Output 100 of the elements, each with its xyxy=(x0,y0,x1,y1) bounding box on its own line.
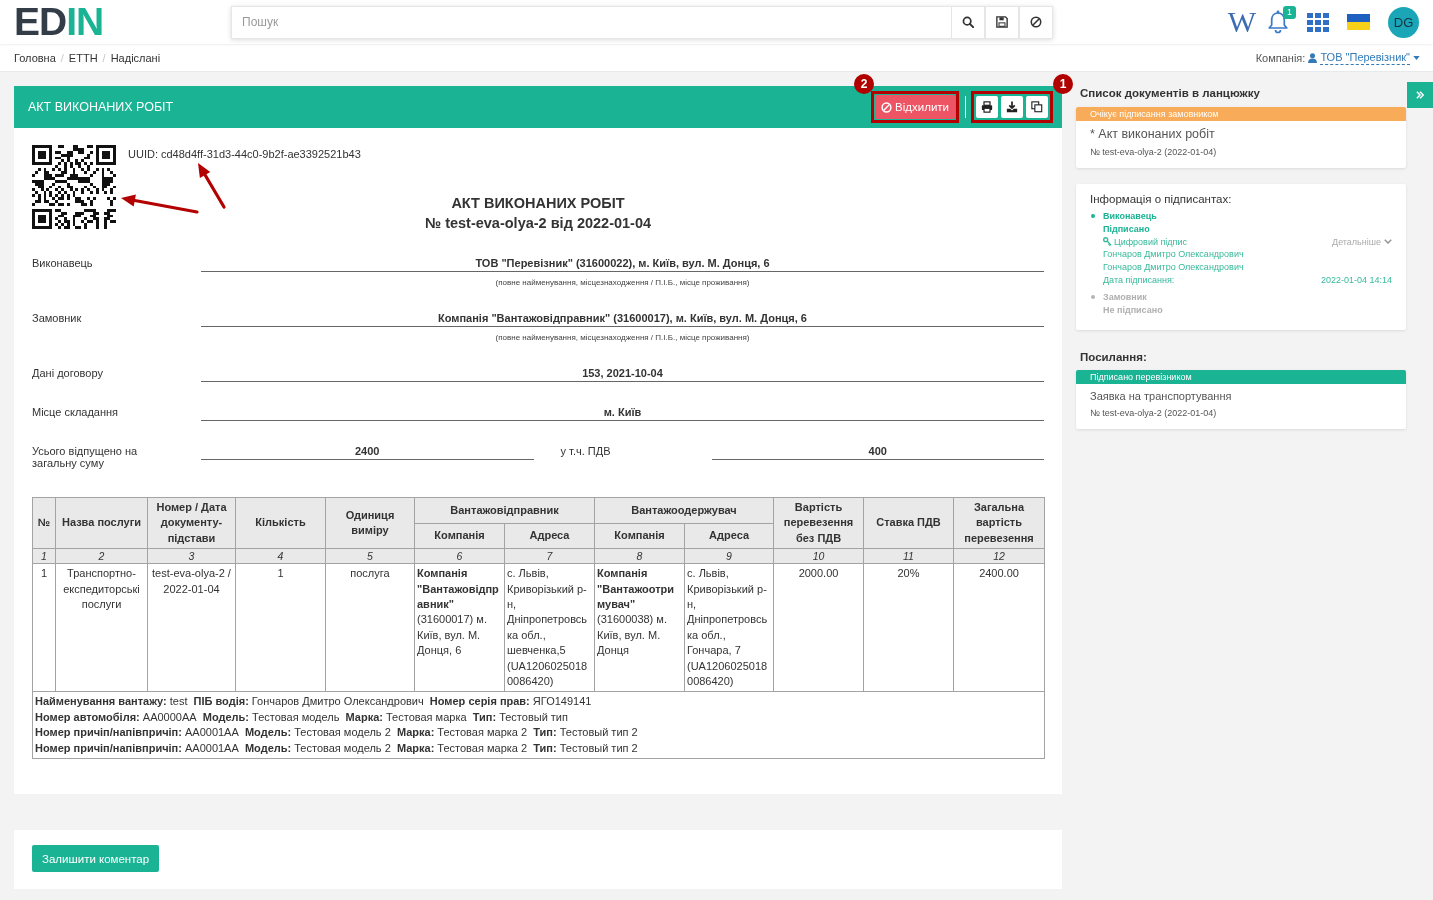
field-label: Місце складання xyxy=(32,405,120,418)
field-value: 400 xyxy=(711,443,1044,460)
cargo-details: Найменування вантажу: test ПІБ водія: Гончаров Дмитро Олександрович Номер серія прав: ЯГО149141 xyxy=(35,694,593,710)
signer-status: Не підписано xyxy=(1103,303,1164,317)
table-cell: Транспортно-експедиторські послуги xyxy=(55,563,148,692)
column-header: Кількість xyxy=(235,497,326,549)
status-label: Очікує підписання замовником xyxy=(1076,107,1406,121)
breadcrumb-separator: / xyxy=(102,51,106,64)
table-cell: 20% xyxy=(863,563,954,692)
column-header: Вантажоодержувач xyxy=(594,497,774,524)
field-value: 2400 xyxy=(201,443,534,460)
status-label: Підписано перевізником xyxy=(1076,370,1406,385)
column-header: Ставка ПДВ xyxy=(863,497,954,549)
comment-button[interactable]: Залишити коментар xyxy=(32,845,160,873)
column-header: Вантажовідправник xyxy=(414,497,595,524)
field-value: 153, 2021-10-04 xyxy=(201,365,1044,382)
cargo-details: Номер причіп/напівпричіп: АА0001АА Модель: Тестовая модель 2 Марка: Тестовая марка 2 Тип: Тестовый тип 2 xyxy=(35,740,639,756)
table-cell: с. Львів, Криворізький р-н, Дніпропетровська обл., Гончара, 7 (UA12060250180086420) xyxy=(684,563,774,692)
field-value: м. Київ xyxy=(201,404,1044,421)
flag-icon xyxy=(1347,14,1370,30)
signer-name: Гончаров Дмитро Олександрович xyxy=(1103,248,1245,262)
callout-badge: 2 xyxy=(854,74,875,94)
search-button[interactable] xyxy=(951,5,985,39)
column-header: Адреса xyxy=(504,523,595,549)
field-hint: (повне найменування, місцезнаходження / П.І.Б., місце проживання) xyxy=(494,332,751,343)
table-cell: 2400.00 xyxy=(953,563,1045,692)
document-link[interactable]: * Акт виконаних робіт xyxy=(1090,126,1215,142)
copy-button[interactable] xyxy=(1026,96,1048,118)
download-icon xyxy=(1006,101,1018,113)
avatar[interactable]: DG xyxy=(1388,6,1419,38)
column-header: Одиниця виміру xyxy=(325,497,415,549)
column-header: Номер / Дата документу-підстави xyxy=(147,497,236,549)
company-label: Компанія: xyxy=(1255,51,1306,64)
callout-badge: 1 xyxy=(1053,74,1073,94)
signer-name: Гончаров Дмитро Олександрович xyxy=(1103,261,1245,274)
field-label: Дані договору xyxy=(32,366,104,379)
column-header: Вартість перевезення без ПДВ xyxy=(773,497,864,549)
field-label: Усього відпущено на загальну суму xyxy=(32,444,139,469)
table-cell: test-eva-olya-2 / 2022-01-04 xyxy=(147,563,236,692)
section-title: Інформація о підписантах: xyxy=(1090,192,1233,206)
document-title: АКТ ВИКОНАНИХ РОБІТ xyxy=(451,194,625,213)
field-label: у т.ч. ПДВ xyxy=(559,444,612,457)
table-cell: Компанія "Вантажоотримувач" (31600038) м. Київ, вул. М. Донця xyxy=(594,563,685,692)
field-value: ТОВ "Перевізник" (31600022), м. Київ, вул. М. Донця, 6 xyxy=(201,255,1044,272)
column-header: Назва послуги xyxy=(55,497,148,549)
column-header: Загальна вартість перевезення xyxy=(953,497,1045,549)
caret-down-icon xyxy=(1413,55,1420,60)
table-cell: с. Львів, Криворізький р-н, Дніпропетровська обл., шевченка,5 (UA12060250180086420) xyxy=(504,563,595,692)
uuid-text: UUID: cd48d4ff-31d3-44c0-9b2f-ae3392521b43 xyxy=(128,147,361,161)
table-cell: 1 xyxy=(235,563,326,692)
bell-icon xyxy=(1267,10,1289,34)
company-selector[interactable]: ТОВ "Перевізник" xyxy=(1320,50,1410,65)
document-subtitle: № test-eva-olya-2 від 2022-01-04 xyxy=(424,214,652,233)
field-label: Замовник xyxy=(32,311,83,324)
column-header: № xyxy=(32,497,56,549)
breadcrumb-item[interactable]: ЕТТН xyxy=(68,51,98,64)
table-cell: послуга xyxy=(325,563,415,692)
clear-button[interactable] xyxy=(1019,5,1053,39)
apps-button[interactable] xyxy=(1307,12,1329,32)
table-cell: Компанія "Вантажовідправник" (31600017) м. Київ, вул. М. Донця, 6 xyxy=(414,563,505,692)
column-header: Компанія xyxy=(594,523,685,549)
notifications-button[interactable] xyxy=(1267,10,1289,34)
breadcrumb-separator: / xyxy=(60,51,64,64)
signer-role: Замовник xyxy=(1103,290,1148,304)
section-title: Посилання: xyxy=(1079,350,1148,365)
user-icon xyxy=(1308,52,1318,63)
cargo-details: Номер причіп/напівпричіп: АА0001АА Модель: Тестовая модель 2 Марка: Тестовая марка 2 Тип: Тестовый тип 2 xyxy=(35,725,639,741)
column-header: Адреса xyxy=(684,523,774,549)
double-chevron-right-icon xyxy=(1416,91,1424,99)
field-value: Компанія "Вантажовідправник" (31600017), м. Київ, вул. М. Донця, 6 xyxy=(201,310,1044,327)
breadcrumb-item: Надіслані xyxy=(110,51,161,64)
section-title: Список документів в ланцюжку xyxy=(1079,86,1261,100)
table-cell: 2000.00 xyxy=(773,563,864,692)
column-header: Компанія xyxy=(414,523,505,549)
key-icon xyxy=(1103,237,1112,247)
search-field[interactable]: Пошук xyxy=(231,5,951,39)
signing-date: 2022-01-04 14:14 xyxy=(1320,274,1392,287)
printer-icon xyxy=(981,101,993,113)
block-icon xyxy=(1030,16,1042,28)
chevron-down-icon xyxy=(1384,239,1392,245)
notification-badge: 1 xyxy=(1283,6,1296,19)
save-button[interactable] xyxy=(985,5,1019,39)
field-label: Виконавець xyxy=(32,256,94,269)
language-button[interactable] xyxy=(1347,14,1370,30)
cargo-details: Номер автомобіля: АА0000АА Модель: Тестовая модель Марка: Тестовая марка Тип: Тестовый тип xyxy=(35,709,569,725)
block-icon xyxy=(881,101,893,113)
reject-button[interactable]: Відхилити xyxy=(875,95,955,119)
download-button[interactable] xyxy=(1001,96,1023,118)
logo[interactable]: EDIN xyxy=(14,2,104,42)
signer-role: Виконавець xyxy=(1103,210,1158,223)
search-icon xyxy=(962,16,974,28)
apps-grid-icon xyxy=(1307,12,1329,32)
signer-status: Підписано xyxy=(1103,222,1151,236)
wiki-button[interactable]: W xyxy=(1227,7,1256,37)
document-number: № test-eva-olya-2 (2022-01-04) xyxy=(1090,407,1218,421)
document-link[interactable]: Заявка на транспортування xyxy=(1090,389,1232,405)
panel-title: АКТ ВИКОНАНИХ РОБІТ xyxy=(28,100,174,114)
document-number: № test-eva-olya-2 (2022-01-04) xyxy=(1090,146,1218,159)
breadcrumb-item[interactable]: Головна xyxy=(14,51,56,64)
print-button[interactable] xyxy=(976,96,998,118)
